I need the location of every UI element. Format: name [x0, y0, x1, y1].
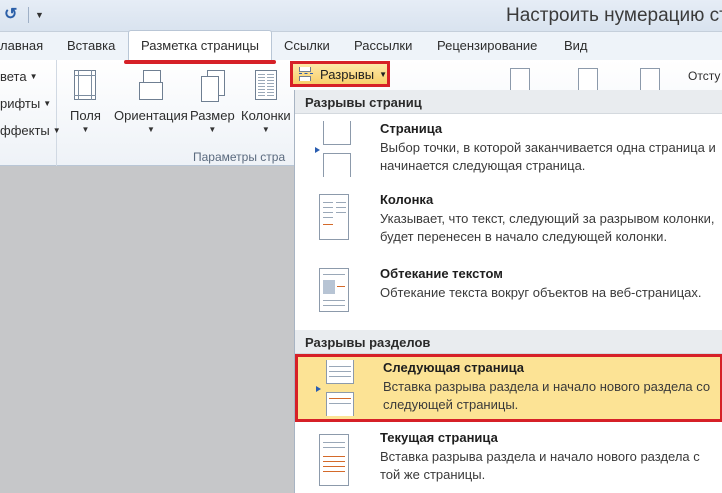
- themes-group: вета ▼ рифты ▼ ффекты ▼: [0, 60, 61, 166]
- title-bar: ↺ ▼ Настроить нумерацию стр: [0, 0, 722, 32]
- tab-view[interactable]: Вид: [564, 38, 588, 53]
- chevron-down-icon: ▼: [52, 126, 61, 135]
- tab-insert[interactable]: Вставка: [67, 38, 115, 53]
- menu-item-page-break[interactable]: Страница Выбор точки, в которой заканчив…: [295, 115, 722, 187]
- chevron-down-icon: ▼: [146, 125, 155, 134]
- tab-page-layout[interactable]: Разметка страницы: [128, 30, 272, 61]
- page-break-icon: [315, 121, 353, 177]
- window-title: Настроить нумерацию стр: [506, 5, 722, 26]
- size-button[interactable]: Размер ▼: [190, 70, 235, 134]
- theme-fonts-button[interactable]: рифты ▼: [0, 96, 51, 111]
- menu-item-text-wrapping[interactable]: Обтекание текстом Обтекание текста вокру…: [295, 262, 722, 324]
- columns-icon: [253, 70, 279, 102]
- chevron-down-icon: ▼: [81, 125, 90, 134]
- indent-label: Отсту: [688, 69, 721, 83]
- breaks-icon: [299, 67, 315, 81]
- menu-item-continuous[interactable]: Текущая страница Вставка разрыва раздела…: [295, 426, 722, 493]
- tab-review[interactable]: Рецензирование: [437, 38, 537, 53]
- page-size-icon: [199, 70, 226, 102]
- tab-home[interactable]: лавная: [0, 38, 43, 53]
- menu-item-column-break[interactable]: Колонка Указывает, что текст, следующий …: [295, 188, 722, 260]
- tab-mailings[interactable]: Рассылки: [354, 38, 412, 53]
- theme-colors-button[interactable]: вета ▼: [0, 69, 38, 84]
- chevron-down-icon: ▼: [379, 69, 387, 79]
- next-page-section-break-icon: [316, 360, 356, 416]
- breaks-dropdown-menu: Разрывы страниц Страница Выбор точки, в …: [294, 90, 722, 493]
- theme-effects-button[interactable]: ффекты ▼: [0, 123, 61, 138]
- chevron-down-icon: ▼: [43, 99, 52, 108]
- margins-icon: [72, 70, 98, 102]
- qat-customize-icon[interactable]: ▼: [35, 6, 45, 24]
- page-setup-group-label: Параметры стра: [193, 150, 286, 164]
- quick-access-toolbar: ↺ ▼: [0, 4, 45, 26]
- qat-separator: [28, 7, 29, 23]
- menu-item-next-page[interactable]: Следующая страница Вставка разрыва разде…: [295, 354, 722, 422]
- section-breaks-header: Разрывы разделов: [295, 330, 722, 354]
- orientation-button[interactable]: Ориентация ▼: [114, 70, 188, 134]
- orientation-icon: [138, 70, 164, 102]
- chevron-down-icon: ▼: [208, 125, 217, 134]
- chevron-down-icon: ▼: [261, 125, 270, 134]
- breaks-button[interactable]: Разрывы ▼: [290, 61, 390, 87]
- undo-icon[interactable]: ↺: [4, 6, 22, 24]
- tab-references[interactable]: Ссылки: [284, 38, 330, 53]
- margins-button[interactable]: Поля ▼: [70, 70, 101, 134]
- continuous-section-break-icon: [315, 434, 353, 490]
- page-breaks-header: Разрывы страниц: [295, 90, 722, 114]
- column-break-icon: [315, 194, 353, 250]
- ribbon-tabs: лавная Вставка Разметка страницы Ссылки …: [0, 30, 722, 61]
- chevron-down-icon: ▼: [29, 72, 38, 81]
- text-wrapping-icon: [315, 268, 353, 324]
- columns-button[interactable]: Колонки ▼: [241, 70, 291, 134]
- tab-highlight-underline: [124, 60, 276, 64]
